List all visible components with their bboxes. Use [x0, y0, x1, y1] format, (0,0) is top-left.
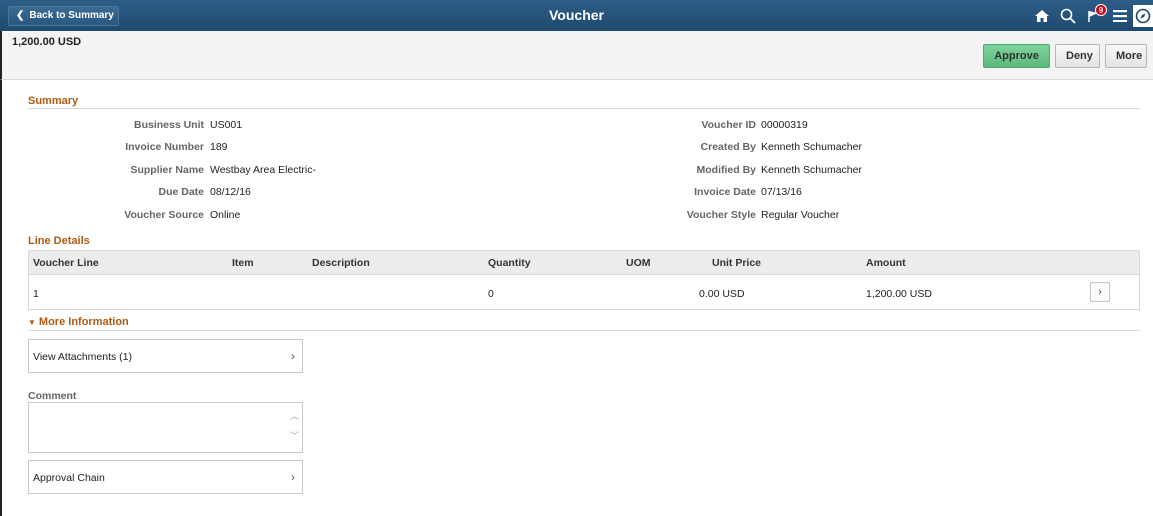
due-date-label: Due Date [158, 186, 204, 198]
column-header-amount: Amount [866, 257, 906, 269]
table-header-row: Voucher Line Item Description Quantity U… [29, 251, 1139, 275]
more-information-divider [28, 330, 1140, 331]
search-icon[interactable] [1055, 0, 1081, 31]
back-button-label: Back to Summary [29, 10, 114, 21]
notification-badge: 9 [1095, 4, 1107, 16]
cell-voucher-line: 1 [33, 288, 39, 300]
voucher-id-value: 00000319 [761, 119, 808, 131]
business-unit-label: Business Unit [133, 119, 204, 131]
voucher-source-value: Online [210, 209, 241, 221]
left-border [0, 80, 2, 516]
cell-unit-price: 0.00 USD [699, 288, 745, 300]
action-buttons: Approve Deny More [983, 44, 1147, 68]
column-header-description: Description [312, 257, 370, 269]
flag-icon[interactable]: 9 [1081, 0, 1107, 31]
modified-by-value: Kenneth Schumacher [761, 164, 862, 176]
chevron-right-icon: › [291, 470, 295, 484]
cell-quantity: 0 [488, 288, 494, 300]
invoice-date-label: Invoice Date [694, 186, 756, 198]
more-information-toggle[interactable]: ▼ More Information [28, 316, 129, 328]
row-detail-chevron-icon[interactable]: › [1090, 282, 1110, 302]
approval-chain-label: Approval Chain [33, 472, 105, 484]
comment-label: Comment [28, 390, 77, 402]
supplier-name-value: Westbay Area Electric- [210, 164, 317, 176]
more-information-label: More Information [38, 316, 129, 328]
voucher-style-value: Regular Voucher [761, 209, 840, 221]
invoice-number-value: 189 [210, 141, 228, 153]
voucher-id-label: Voucher ID [701, 119, 756, 131]
column-header-voucher-line: Voucher Line [33, 257, 99, 269]
column-header-uom: UOM [626, 257, 651, 269]
voucher-source-label: Voucher Source [124, 209, 204, 221]
more-button[interactable]: More [1105, 44, 1147, 68]
chevron-left-icon: ❮ [16, 10, 25, 21]
line-details-table: Voucher Line Item Description Quantity U… [28, 250, 1140, 310]
top-header-bar: ❮ Back to Summary Voucher 9 [0, 0, 1153, 31]
triangle-down-icon: ▼ [28, 318, 36, 327]
created-by-label: Created By [700, 141, 756, 153]
home-icon[interactable] [1029, 0, 1055, 31]
back-to-summary-button[interactable]: ❮ Back to Summary [8, 6, 119, 26]
deny-button[interactable]: Deny [1055, 44, 1100, 68]
business-unit-value: US001 [210, 119, 243, 131]
supplier-name-label: Supplier Name [130, 164, 204, 176]
created-by-value: Kenneth Schumacher [761, 141, 862, 153]
voucher-style-label: Voucher Style [686, 209, 756, 221]
column-header-unit-price: Unit Price [712, 257, 762, 269]
voucher-amount: 1,200.00 USD [12, 36, 82, 48]
view-attachments-link[interactable]: View Attachments (1) › [28, 339, 303, 373]
invoice-number-label: Invoice Number [125, 141, 204, 153]
approval-chain-link[interactable]: Approval Chain › [28, 460, 303, 494]
column-header-item: Item [232, 257, 254, 269]
approve-button[interactable]: Approve [983, 44, 1050, 68]
chevron-right-icon: › [291, 349, 295, 363]
comment-field[interactable] [28, 402, 303, 453]
due-date-value: 08/12/16 [210, 186, 251, 198]
voucher-summary-band: 1,200.00 USD Approve Deny More [0, 31, 1153, 80]
view-attachments-label: View Attachments (1) [33, 351, 133, 363]
column-header-quantity: Quantity [488, 257, 531, 269]
invoice-date-value: 07/13/16 [761, 186, 802, 198]
summary-divider [28, 108, 1140, 109]
modified-by-label: Modified By [696, 164, 757, 176]
cell-amount: 1,200.00 USD [866, 288, 932, 300]
header-actions: 9 [1029, 0, 1153, 31]
menu-icon[interactable] [1107, 0, 1133, 31]
line-details-section-title: Line Details [28, 235, 90, 247]
compass-icon[interactable] [1133, 4, 1153, 27]
page-title: Voucher [549, 7, 604, 23]
summary-section-title: Summary [28, 95, 79, 107]
